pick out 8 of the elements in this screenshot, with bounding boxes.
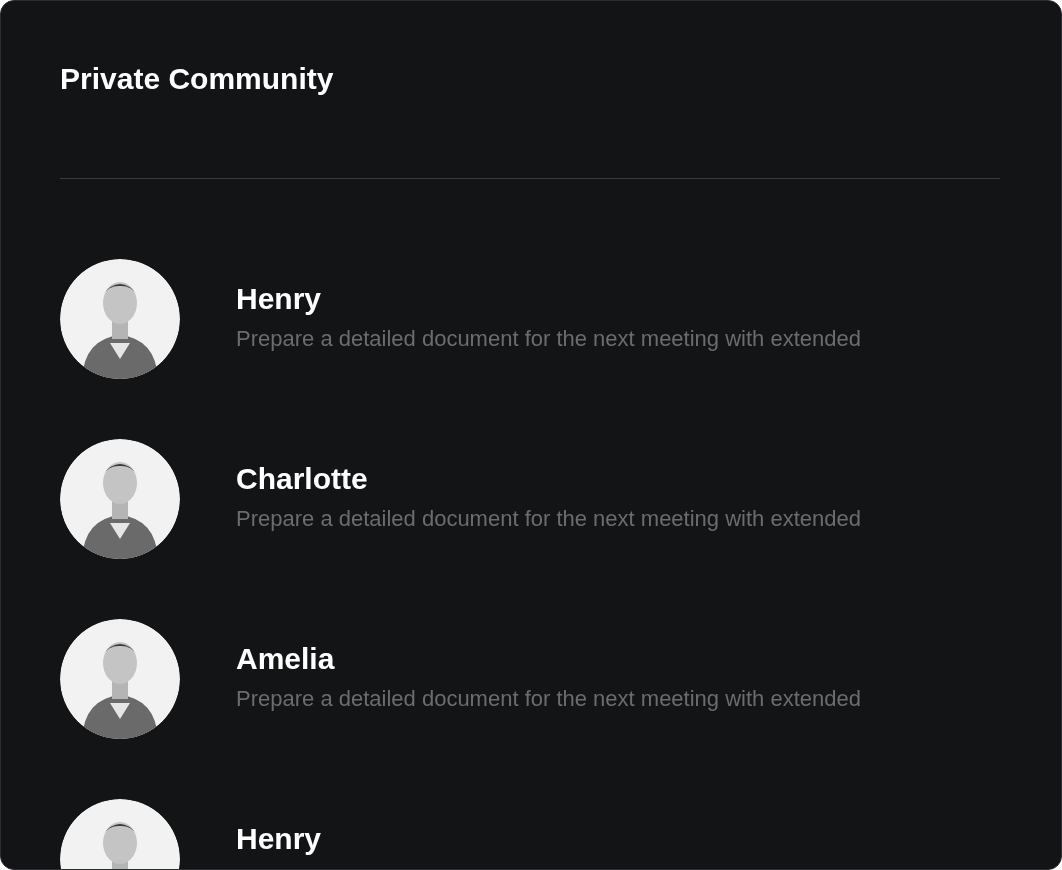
member-name: Henry xyxy=(236,281,323,317)
member-message: Prepare a detailed document for the next meeting with extended xyxy=(236,325,861,353)
member-name: Amelia xyxy=(236,641,336,677)
member-message: Prepare a detailed document for the next meeting with extended xyxy=(236,505,861,533)
card-title: Private Community xyxy=(60,61,334,97)
member-name: Charlotte xyxy=(236,461,369,497)
member-message: Prepare a detailed document for the next meeting with extended xyxy=(236,685,861,713)
member-name: Henry xyxy=(236,821,322,857)
